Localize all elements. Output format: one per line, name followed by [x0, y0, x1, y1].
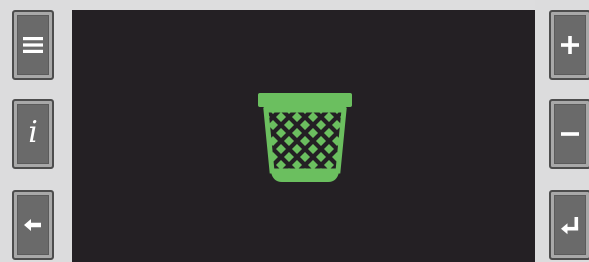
info-button[interactable]: i — [12, 99, 54, 169]
menu-button[interactable] — [12, 10, 54, 80]
trash-icon — [258, 93, 352, 182]
enter-button[interactable] — [549, 190, 589, 260]
back-button[interactable] — [12, 190, 54, 260]
minus-icon — [561, 132, 579, 136]
enter-return-icon — [561, 217, 579, 235]
hamburger-menu-icon — [23, 37, 43, 53]
plus-button[interactable] — [549, 10, 589, 80]
info-icon: i — [28, 115, 38, 150]
display-screen — [72, 10, 535, 262]
plus-icon — [561, 36, 579, 54]
arrow-left-icon — [24, 219, 41, 231]
minus-button[interactable] — [549, 99, 589, 169]
